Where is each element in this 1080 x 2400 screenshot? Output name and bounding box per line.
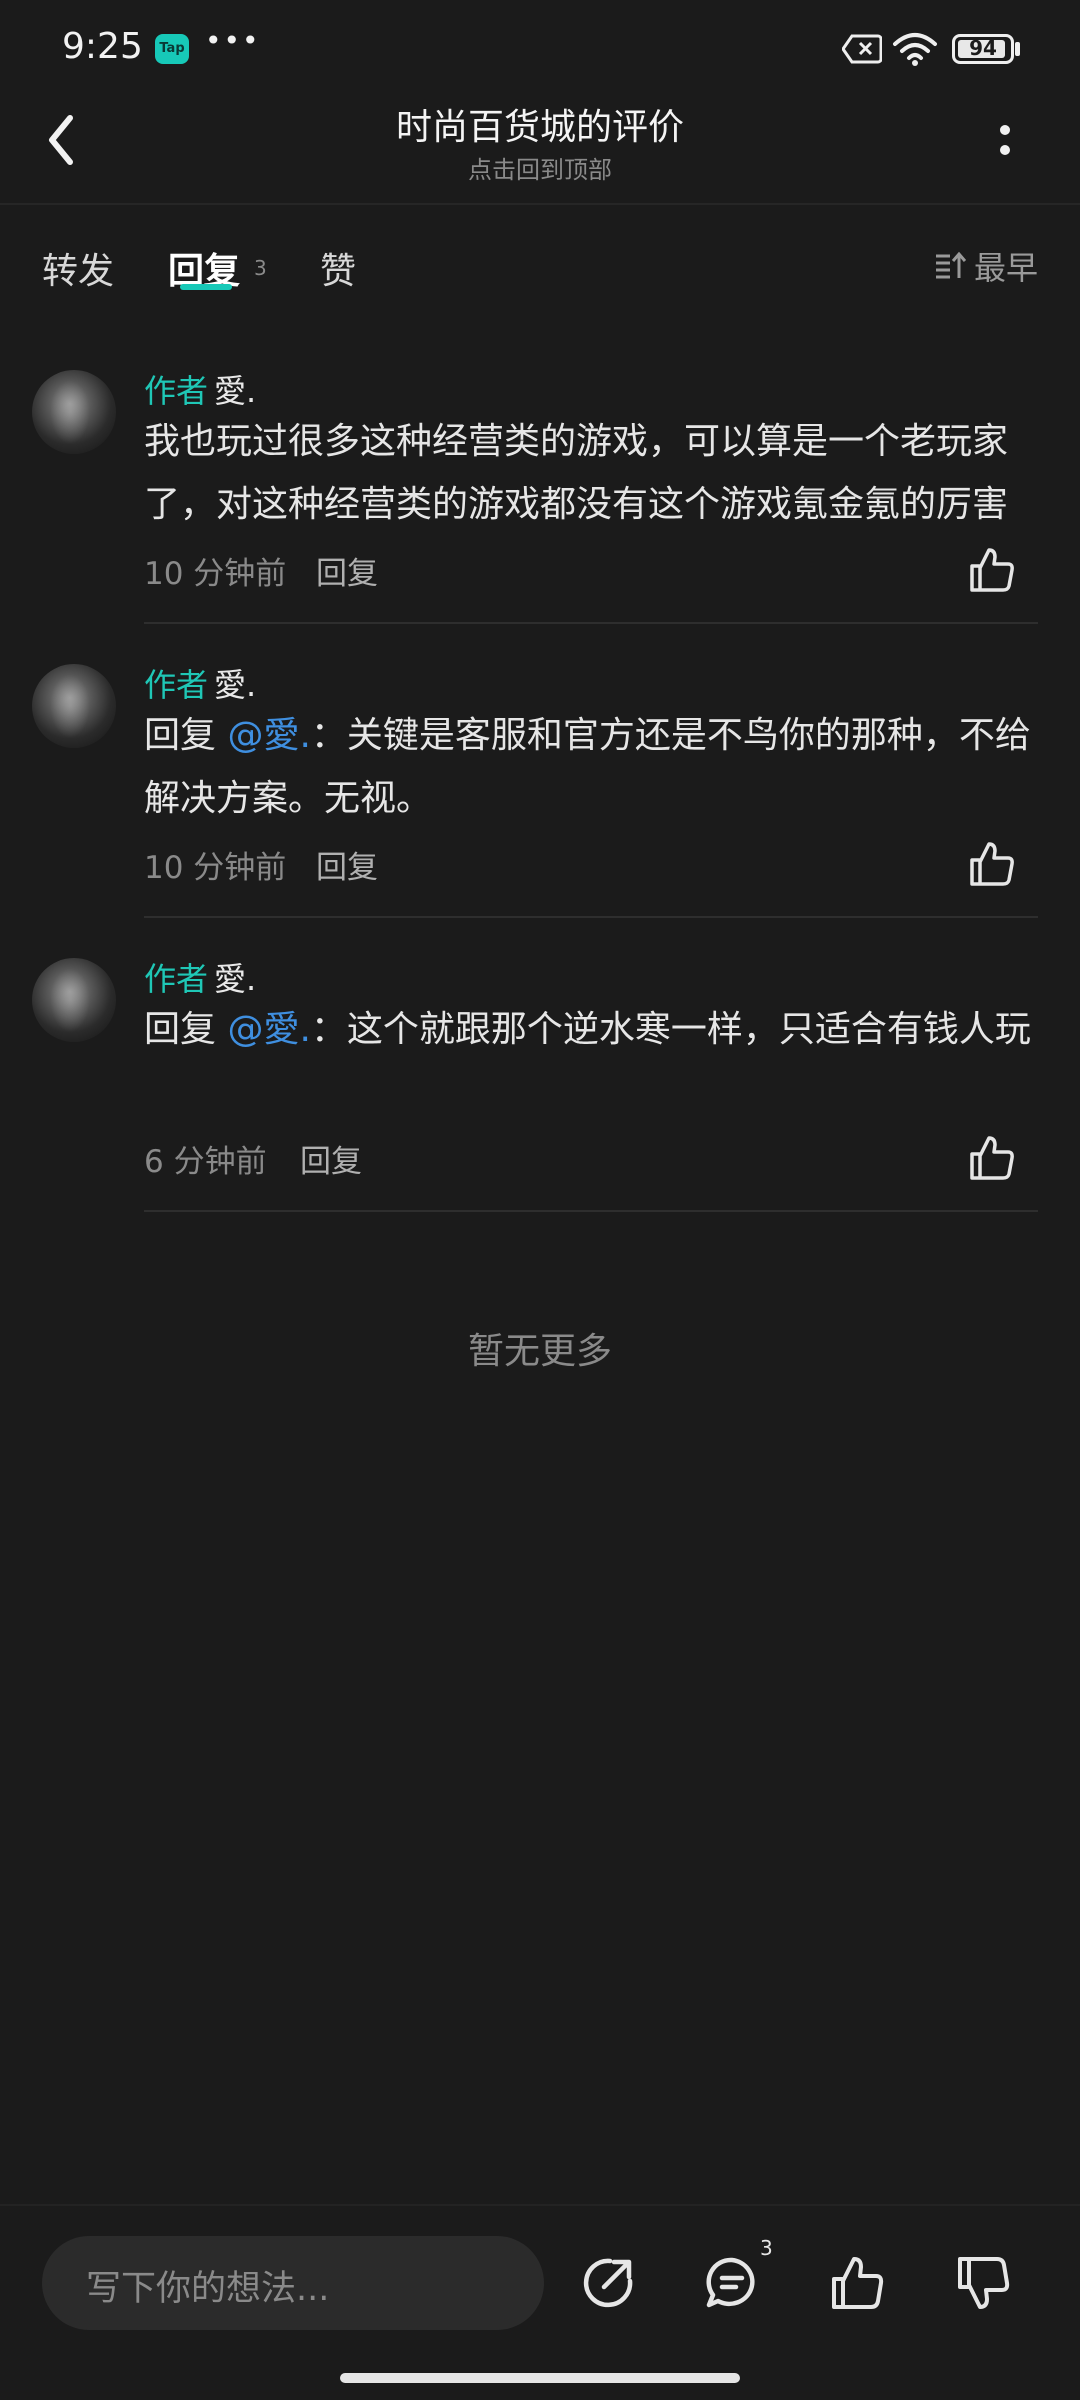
author-tag: 作者 (144, 960, 209, 998)
page-title[interactable]: 时尚百货城的评价 (0, 98, 1080, 150)
sort-button[interactable]: 最早 (934, 246, 1039, 287)
thumb-up-icon[interactable] (968, 1134, 1016, 1182)
home-indicator[interactable] (340, 2373, 740, 2383)
comment-count: 3 (760, 2236, 773, 2260)
comment-divider (144, 916, 1038, 918)
reply-button[interactable]: 回复 (316, 548, 378, 593)
no-sim-icon (842, 34, 882, 64)
more-vertical-icon[interactable] (990, 118, 1020, 168)
comment-time: 6 分钟前 (144, 1144, 267, 1180)
comment-time: 10 分钟前 (144, 556, 287, 592)
battery-level: 94 (969, 36, 997, 60)
comment-body: 我也玩过很多这种经营类的游戏，可以算是一个老玩家了，对这种经营类的游戏都没有这个… (144, 421, 1009, 525)
avatar[interactable] (32, 664, 116, 748)
tab-like[interactable]: 赞 (320, 242, 356, 294)
scroll-to-top-hint[interactable]: 点击回到顶部 (0, 150, 1080, 185)
mention-separator: ： (310, 715, 347, 756)
comment-body: 这个就跟那个逆水寒一样，只适合有钱人玩 (346, 1009, 1031, 1050)
avatar[interactable] (32, 370, 116, 454)
author-tag: 作者 (144, 666, 209, 704)
comment-divider (144, 1210, 1038, 1212)
notification-more-icon: ••• (205, 24, 261, 57)
sort-icon (936, 251, 966, 279)
author-name[interactable]: 愛. (214, 366, 256, 412)
active-tab-indicator (180, 284, 232, 290)
reply-count: 3 (254, 256, 267, 280)
header-divider (0, 203, 1080, 205)
author-name[interactable]: 愛. (214, 954, 256, 1000)
comment-divider (144, 622, 1038, 624)
share-icon[interactable] (580, 2255, 636, 2311)
comment-input[interactable]: 写下你的想法... (42, 2236, 544, 2330)
thumb-up-icon[interactable] (968, 840, 1016, 888)
comment-text[interactable]: 回复 @愛.：关键是客服和官方还是不鸟你的那种，不给解决方案。无视。 (144, 704, 1044, 830)
reply-prefix: 回复 (144, 715, 228, 756)
author-name[interactable]: 愛. (214, 660, 256, 706)
reply-button[interactable]: 回复 (300, 1136, 362, 1181)
comment-input-placeholder: 写下你的想法... (86, 2269, 330, 2309)
bottom-bar-divider (0, 2204, 1080, 2206)
thumb-down-icon[interactable] (956, 2255, 1012, 2311)
mention-link[interactable]: @愛. (227, 715, 310, 756)
reply-prefix: 回复 (144, 1009, 228, 1050)
status-time: 9:25 (62, 26, 143, 67)
author-tag: 作者 (144, 372, 209, 410)
comment-time: 10 分钟前 (144, 850, 287, 886)
wifi-icon (893, 33, 937, 66)
reply-button[interactable]: 回复 (316, 842, 378, 887)
avatar[interactable] (32, 958, 116, 1042)
thumb-up-icon[interactable] (830, 2255, 886, 2311)
taptap-app-icon: Tap (155, 34, 189, 64)
sort-label: 最早 (974, 249, 1039, 287)
thumb-up-icon[interactable] (968, 546, 1016, 594)
battery-icon: 94 (952, 34, 1014, 64)
tab-forward[interactable]: 转发 (42, 242, 114, 294)
mention-separator: ： (310, 1009, 347, 1050)
comment-text[interactable]: 回复 @愛.：这个就跟那个逆水寒一样，只适合有钱人玩 (144, 998, 1044, 1061)
battery-tip (1015, 42, 1020, 56)
no-more-text: 暂无更多 (467, 1331, 612, 1372)
comment-text[interactable]: 我也玩过很多这种经营类的游戏，可以算是一个老玩家了，对这种经营类的游戏都没有这个… (144, 410, 1044, 536)
mention-link[interactable]: @愛. (227, 1009, 310, 1050)
comment-icon[interactable] (704, 2255, 760, 2311)
